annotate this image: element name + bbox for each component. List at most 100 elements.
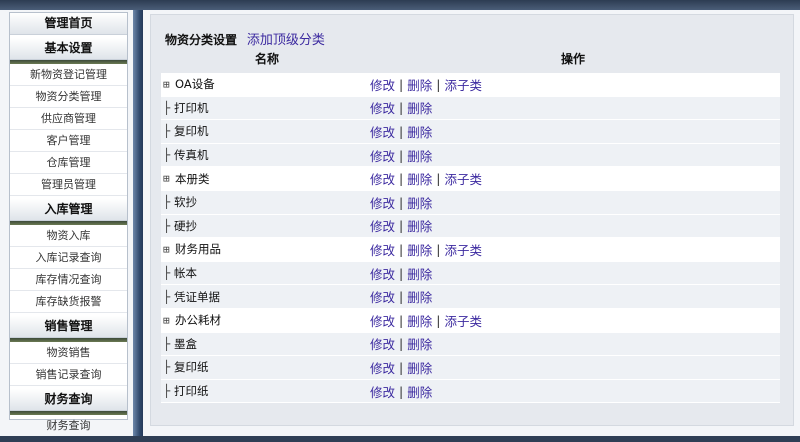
category-name-cell: ├ 打印纸 bbox=[161, 383, 370, 399]
separator: | bbox=[436, 312, 441, 328]
sidebar-item[interactable]: 财务查询 bbox=[10, 415, 127, 437]
expand-icon[interactable]: ⊞ bbox=[163, 172, 173, 185]
sidebar-item[interactable]: 入库记录查询 bbox=[10, 247, 127, 269]
sidebar-group-header[interactable]: 基本设置 bbox=[10, 38, 127, 60]
separator: | bbox=[399, 76, 404, 92]
tree-branch-icon: ├ bbox=[163, 336, 171, 351]
tree-branch-icon: ├ bbox=[163, 289, 171, 304]
delete-link[interactable]: 删除 bbox=[407, 146, 432, 165]
table-row: ├ 复印机 修改 | 删除 bbox=[161, 120, 780, 144]
edit-link[interactable]: 修改 bbox=[370, 98, 395, 117]
table-row: ⊞ 本册类 修改 | 删除 | 添子类 bbox=[161, 167, 780, 191]
delete-link[interactable]: 删除 bbox=[407, 122, 432, 141]
tree-branch-icon: ├ bbox=[163, 218, 171, 233]
expand-icon[interactable]: ⊞ bbox=[163, 78, 173, 91]
edit-link[interactable]: 修改 bbox=[370, 169, 395, 188]
delete-link[interactable]: 删除 bbox=[407, 75, 432, 94]
tree-branch-icon: ├ bbox=[163, 195, 171, 210]
table-row: ⊞ 财务用品 修改 | 删除 | 添子类 bbox=[161, 238, 780, 262]
sidebar-item[interactable]: 库存情况查询 bbox=[10, 269, 127, 291]
separator: | bbox=[436, 171, 441, 187]
row-actions: 修改 | 删除 bbox=[370, 382, 432, 401]
row-actions: 修改 | 删除 bbox=[370, 264, 432, 283]
edit-link[interactable]: 修改 bbox=[370, 193, 395, 212]
row-actions: 修改 | 删除 | 添子类 bbox=[370, 75, 482, 94]
sidebar-item[interactable]: 销售记录查询 bbox=[10, 364, 127, 386]
table-row: ├ 传真机 修改 | 删除 bbox=[161, 143, 780, 168]
delete-link[interactable]: 删除 bbox=[407, 193, 432, 212]
category-name-cell: ├ 帐本 bbox=[161, 265, 370, 281]
edit-link[interactable]: 修改 bbox=[370, 216, 395, 235]
category-name-cell: ⊞ 本册类 bbox=[161, 171, 370, 187]
edit-link[interactable]: 修改 bbox=[370, 240, 395, 259]
category-name: OA设备 bbox=[175, 77, 215, 92]
row-actions: 修改 | 删除 bbox=[370, 358, 432, 377]
add-child-link[interactable]: 添子类 bbox=[444, 240, 482, 259]
sidebar-item[interactable]: 新物资登记管理 bbox=[10, 64, 127, 86]
sidebar-item[interactable]: 物资销售 bbox=[10, 342, 127, 364]
delete-link[interactable]: 删除 bbox=[407, 334, 432, 353]
separator: | bbox=[399, 218, 404, 234]
edit-link[interactable]: 修改 bbox=[370, 264, 395, 283]
sidebar-toggle-strip[interactable] bbox=[133, 10, 143, 436]
edit-link[interactable]: 修改 bbox=[370, 287, 395, 306]
edit-link[interactable]: 修改 bbox=[370, 382, 395, 401]
separator: | bbox=[399, 194, 404, 210]
row-actions: 修改 | 删除 bbox=[370, 98, 432, 117]
edit-link[interactable]: 修改 bbox=[370, 311, 395, 330]
edit-link[interactable]: 修改 bbox=[370, 146, 395, 165]
sidebar-item[interactable]: 供应商管理 bbox=[10, 108, 127, 130]
add-top-category-link[interactable]: 添加顶级分类 bbox=[247, 33, 325, 48]
sidebar-item[interactable]: 库存缺货报警 bbox=[10, 291, 127, 313]
delete-link[interactable]: 删除 bbox=[407, 98, 432, 117]
category-table: ⊞ OA设备 修改 | 删除 | 添子类 ├ 打印机 修改 | 删除 ├ 复印机 修改 | 删除 ├ 传真机 修改 | 删… bbox=[161, 73, 780, 404]
category-name: 传真机 bbox=[174, 148, 209, 163]
sidebar-item[interactable]: 物资入库 bbox=[10, 225, 127, 247]
edit-link[interactable]: 修改 bbox=[370, 358, 395, 377]
row-actions: 修改 | 删除 bbox=[370, 334, 432, 353]
delete-link[interactable]: 删除 bbox=[407, 311, 432, 330]
delete-link[interactable]: 删除 bbox=[407, 382, 432, 401]
separator: | bbox=[399, 171, 404, 187]
delete-link[interactable]: 删除 bbox=[407, 169, 432, 188]
category-name-cell: ├ 凭证单据 bbox=[161, 289, 370, 305]
sidebar-item[interactable]: 物资分类管理 bbox=[10, 86, 127, 108]
expand-icon[interactable]: ⊞ bbox=[163, 314, 173, 327]
edit-link[interactable]: 修改 bbox=[370, 122, 395, 141]
add-child-link[interactable]: 添子类 bbox=[444, 75, 482, 94]
delete-link[interactable]: 删除 bbox=[407, 358, 432, 377]
sidebar-group-header[interactable]: 管理首页 bbox=[10, 13, 127, 35]
sidebar-group-header[interactable]: 入库管理 bbox=[10, 199, 127, 221]
delete-link[interactable]: 删除 bbox=[407, 287, 432, 306]
row-actions: 修改 | 删除 bbox=[370, 146, 432, 165]
edit-link[interactable]: 修改 bbox=[370, 334, 395, 353]
category-name: 墨盒 bbox=[174, 336, 197, 351]
tree-branch-icon: ├ bbox=[163, 384, 171, 399]
delete-link[interactable]: 删除 bbox=[407, 216, 432, 235]
category-name-cell: ⊞ OA设备 bbox=[161, 76, 370, 92]
category-name-cell: ├ 打印机 bbox=[161, 100, 370, 116]
sidebar-group-header[interactable]: 财务查询 bbox=[10, 389, 127, 411]
sidebar-item[interactable]: 管理员管理 bbox=[10, 174, 127, 196]
row-actions: 修改 | 删除 | 添子类 bbox=[370, 240, 482, 259]
sidebar-item[interactable]: 仓库管理 bbox=[10, 152, 127, 174]
category-name: 财务用品 bbox=[175, 242, 221, 257]
category-name: 复印机 bbox=[174, 124, 209, 139]
delete-link[interactable]: 删除 bbox=[407, 264, 432, 283]
edit-link[interactable]: 修改 bbox=[370, 75, 395, 94]
tree-branch-icon: ├ bbox=[163, 124, 171, 139]
sidebar-group-header[interactable]: 销售管理 bbox=[10, 316, 127, 338]
row-actions: 修改 | 删除 | 添子类 bbox=[370, 169, 482, 188]
delete-link[interactable]: 删除 bbox=[407, 240, 432, 259]
tree-branch-icon: ├ bbox=[163, 360, 171, 375]
page-title: 物资分类设置 bbox=[165, 33, 238, 47]
sidebar-item[interactable]: 客户管理 bbox=[10, 130, 127, 152]
category-name: 打印机 bbox=[174, 100, 209, 115]
row-actions: 修改 | 删除 bbox=[370, 122, 432, 141]
add-child-link[interactable]: 添子类 bbox=[444, 311, 482, 330]
category-name: 帐本 bbox=[174, 266, 197, 281]
separator: | bbox=[399, 147, 404, 163]
category-name: 凭证单据 bbox=[174, 289, 220, 304]
add-child-link[interactable]: 添子类 bbox=[444, 169, 482, 188]
expand-icon[interactable]: ⊞ bbox=[163, 243, 173, 256]
